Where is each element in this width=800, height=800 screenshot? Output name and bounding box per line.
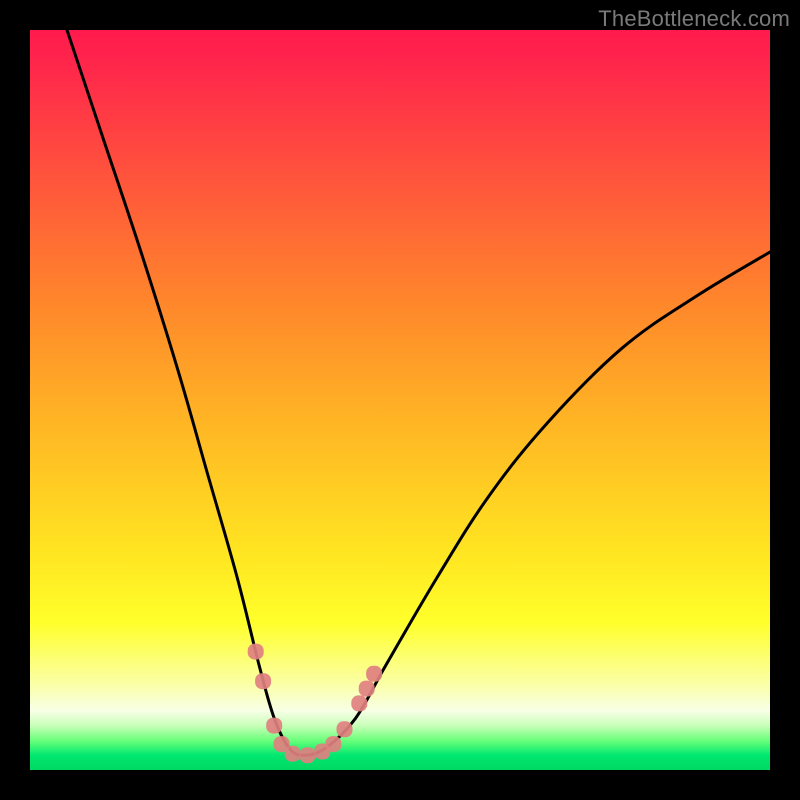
marker-point [337,721,353,737]
marker-point [366,666,382,682]
marker-point [300,747,316,763]
bottleneck-curve [67,30,770,755]
marker-point [351,695,367,711]
marker-point [325,736,341,752]
curve-svg [30,30,770,770]
marker-point [248,644,264,660]
watermark-text: TheBottleneck.com [598,6,790,32]
marker-point [285,746,301,762]
marker-point [266,718,282,734]
marker-point [255,673,271,689]
chart-frame: TheBottleneck.com [0,0,800,800]
highlight-markers [248,644,382,764]
plot-area [30,30,770,770]
marker-point [359,681,375,697]
